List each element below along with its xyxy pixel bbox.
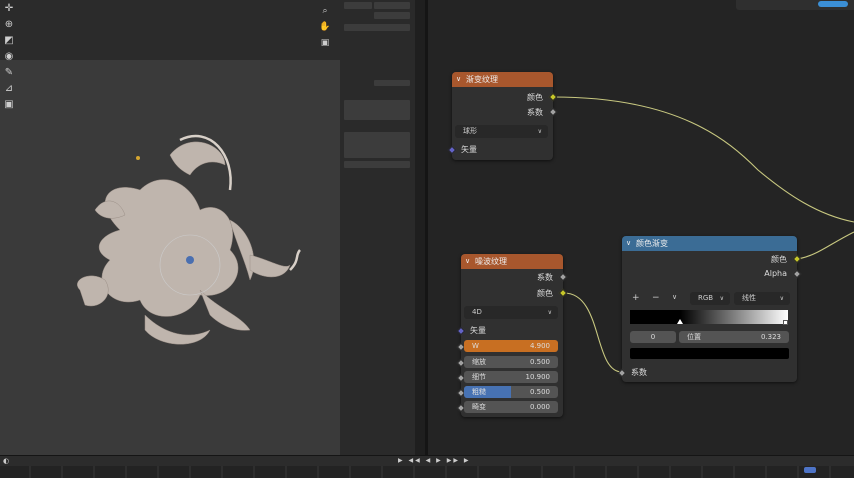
- panel-field[interactable]: [344, 24, 410, 31]
- dropdown-value: 4D: [472, 308, 482, 316]
- sidepanel-tabs: [415, 0, 425, 455]
- w-field[interactable]: W 4.900: [464, 340, 558, 352]
- input-label-vector: 矢量: [461, 145, 477, 154]
- color-ramp-gradient-bar[interactable]: [630, 310, 788, 324]
- panel-field[interactable]: [344, 161, 410, 168]
- detail-field[interactable]: 细节 10.900: [464, 371, 558, 383]
- color-mode-dropdown[interactable]: RGB ∨: [690, 292, 730, 305]
- field-value: 0.500: [529, 358, 550, 366]
- add-cube-icon[interactable]: ▣: [2, 98, 16, 112]
- stop-position-field[interactable]: 位置 0.323: [679, 331, 789, 343]
- gradient-texture-node[interactable]: ∨ 渐变纹理 颜色 系数 球形 ∨ 矢量: [447, 72, 558, 160]
- cursor-icon[interactable]: ✛: [2, 2, 16, 16]
- output-label-color: 颜色: [771, 255, 787, 264]
- distortion-field[interactable]: 畸变 0.000: [464, 401, 558, 413]
- ramp-menu-chevron-icon[interactable]: ∨: [672, 293, 677, 301]
- node-header[interactable]: ∨ 渐变纹理: [452, 72, 553, 87]
- sidepanel-tab[interactable]: [416, 90, 424, 124]
- collapse-chevron-icon[interactable]: ∨: [456, 72, 461, 87]
- output-label-color: 颜色: [527, 93, 543, 102]
- output-label-fac: 系数: [537, 273, 553, 282]
- field-value: 10.900: [525, 373, 551, 381]
- chevron-down-icon: ∨: [719, 295, 724, 302]
- field-label: W: [472, 342, 479, 350]
- output-label-color: 颜色: [537, 289, 553, 298]
- dropdown-value: RGB: [698, 294, 714, 302]
- chevron-down-icon: ∨: [779, 295, 784, 302]
- viewport-toolbar: ✛ ⊕ ◩ ◉ ✎ ⊿ ▣: [2, 2, 18, 114]
- 3d-viewport[interactable]: ✛ ⊕ ◩ ◉ ✎ ⊿ ▣ ⌕ ✋ ▣: [0, 0, 372, 455]
- smoke-simulation-render: [77, 134, 301, 345]
- timeline[interactable]: ◐ ▶ ◀◀ ◀ ▶ ▶▶ ▶: [0, 455, 854, 478]
- panel-field[interactable]: [344, 2, 372, 9]
- node-title: 渐变纹理: [466, 75, 498, 84]
- output-label-alpha: Alpha: [764, 269, 787, 278]
- viewport-region-dark: [0, 0, 340, 60]
- field-value: 0.323: [760, 333, 781, 341]
- panel-field[interactable]: [344, 132, 410, 158]
- sidepanel-tab[interactable]: [416, 45, 424, 79]
- panel-field[interactable]: [374, 80, 410, 86]
- roughness-field[interactable]: 粗糙 0.500: [464, 386, 558, 398]
- chevron-down-icon: ∨: [547, 309, 552, 316]
- field-value: 0: [650, 333, 656, 341]
- annotate-icon[interactable]: ✎: [2, 66, 16, 80]
- dropdown-value: 线性: [742, 294, 756, 302]
- field-label: 粗糙: [472, 388, 486, 396]
- input-label-fac: 系数: [631, 368, 647, 377]
- dropdown-value: 球形: [463, 127, 477, 135]
- hand-icon[interactable]: ✋: [318, 20, 332, 34]
- collapse-chevron-icon[interactable]: ∨: [626, 236, 631, 251]
- scale-field[interactable]: 缩放 0.500: [464, 356, 558, 368]
- playback-controls-icon[interactable]: ▶ ◀◀ ◀ ▶ ▶▶ ▶: [398, 457, 470, 464]
- noise-texture-node[interactable]: ∨ 噪波纹理 系数 颜色 4D ∨ 矢量 W 4.900 缩放 0.500 细节…: [456, 254, 568, 417]
- timeline-ruler: [29, 466, 831, 478]
- panel-field[interactable]: [374, 12, 410, 19]
- ramp-stop-marker[interactable]: [677, 319, 683, 324]
- measure-icon[interactable]: ⊿: [2, 82, 16, 96]
- node-editor[interactable]: ∨ 渐变纹理 颜色 系数 球形 ∨ 矢量 ∨ 噪波纹理 系数 颜色 4D ∨ 矢…: [428, 0, 854, 455]
- add-stop-button[interactable]: +: [632, 293, 640, 303]
- stop-color-swatch[interactable]: [630, 348, 789, 359]
- color-ramp-node[interactable]: ∨ 颜色渐变 颜色 Alpha + − ∨ RGB ∨ 线性 ∨ 0 位置 0.…: [617, 236, 802, 382]
- ramp-stop-marker[interactable]: [783, 320, 788, 325]
- interpolation-dropdown[interactable]: 线性 ∨: [734, 292, 790, 305]
- timeline-editor-icon[interactable]: ◐: [3, 457, 9, 465]
- chevron-down-icon: ∨: [537, 128, 542, 135]
- node-title: 噪波纹理: [475, 257, 507, 266]
- properties-sidepanel: [340, 0, 415, 455]
- stop-index-field[interactable]: 0: [630, 331, 676, 343]
- node-title: 颜色渐变: [636, 239, 668, 248]
- node-header[interactable]: ∨ 噪波纹理: [461, 254, 563, 269]
- viewport-navigation: ⌕ ✋ ▣: [318, 4, 332, 52]
- field-label: 畸变: [472, 403, 486, 411]
- panel-field[interactable]: [374, 2, 410, 9]
- dimension-dropdown[interactable]: 4D ∨: [464, 306, 558, 319]
- scale-icon[interactable]: ◉: [2, 50, 16, 64]
- collapse-chevron-icon[interactable]: ∨: [465, 254, 470, 269]
- playhead[interactable]: [804, 467, 816, 473]
- remove-stop-button[interactable]: −: [652, 293, 660, 303]
- timeline-header: ◐ ▶ ◀◀ ◀ ▶ ▶▶ ▶: [0, 456, 854, 466]
- panel-field[interactable]: [344, 100, 410, 120]
- field-label: 缩放: [472, 358, 486, 366]
- field-label: 细节: [472, 373, 486, 381]
- camera-icon[interactable]: ▣: [318, 36, 332, 50]
- output-label-fac: 系数: [527, 108, 543, 117]
- field-value: 4.900: [529, 342, 550, 350]
- field-value: 0.000: [529, 403, 550, 411]
- rotate-icon[interactable]: ◩: [2, 34, 16, 48]
- input-label-vector: 矢量: [470, 326, 486, 335]
- node-header[interactable]: ∨ 颜色渐变: [622, 236, 797, 251]
- move-icon[interactable]: ⊕: [2, 18, 16, 32]
- field-label: 位置: [687, 333, 701, 341]
- zoom-icon[interactable]: ⌕: [318, 4, 332, 18]
- field-value: 0.500: [529, 388, 550, 396]
- sidepanel-tab[interactable]: [416, 5, 424, 39]
- gradient-type-dropdown[interactable]: 球形 ∨: [455, 125, 548, 138]
